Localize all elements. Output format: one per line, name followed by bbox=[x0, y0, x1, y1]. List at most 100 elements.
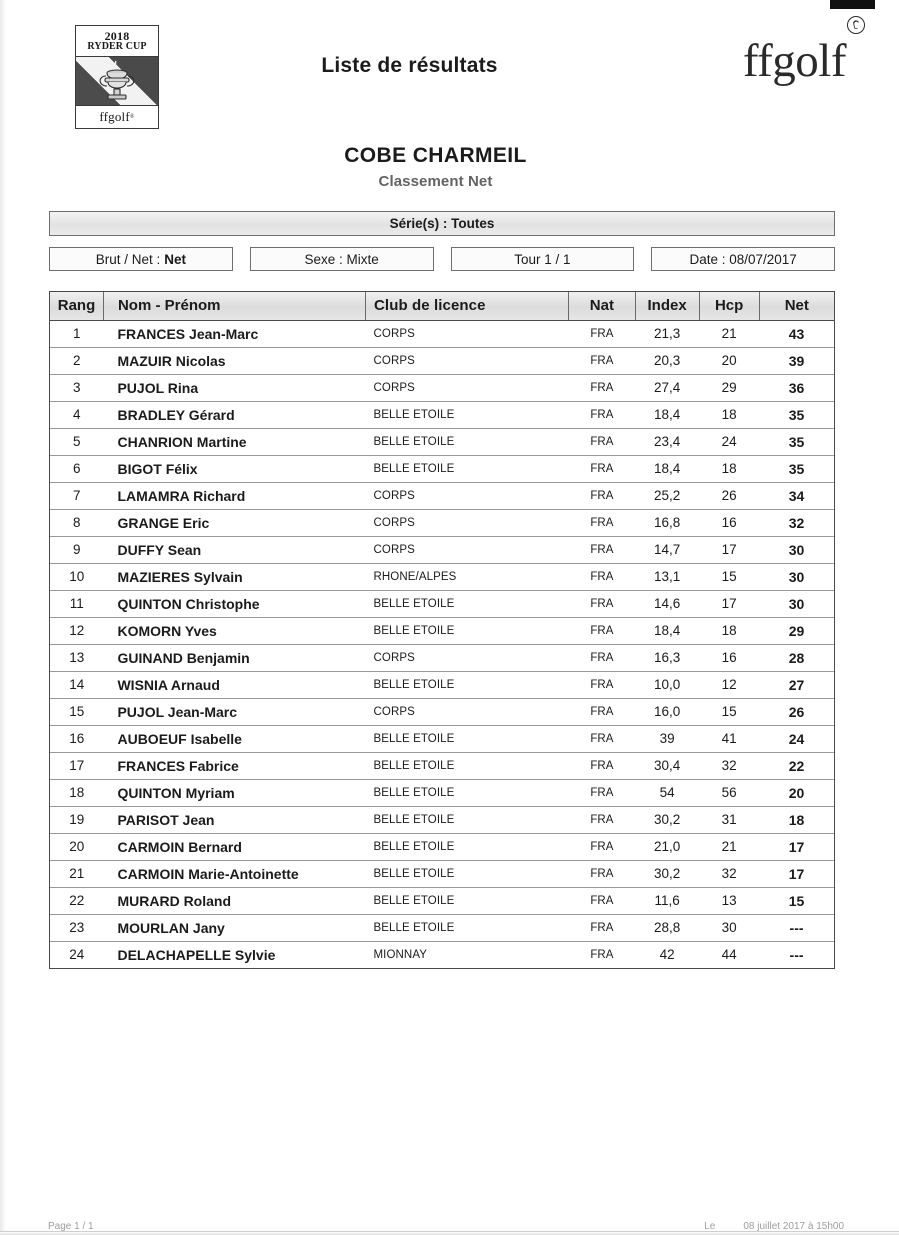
series-label: Série(s) : Toutes bbox=[389, 216, 495, 231]
cell-nat: FRA bbox=[568, 671, 636, 699]
table-row[interactable]: 14 WISNIA Arnaud BELLE ETOILE FRA 10,0 12 27 bbox=[50, 671, 834, 699]
cell-rang: 22 bbox=[50, 887, 104, 915]
column-header-net[interactable]: Net bbox=[759, 292, 834, 321]
table-row[interactable]: 12 KOMORN Yves BELLE ETOILE FRA 18,4 18 29 bbox=[50, 617, 834, 645]
table-row[interactable]: 1 FRANCES Jean-Marc CORPS FRA 21,3 21 43 bbox=[50, 320, 834, 348]
cell-club: CORPS bbox=[365, 347, 569, 375]
cell-club: RHONE/ALPES bbox=[365, 563, 569, 591]
table-row[interactable]: 15 PUJOL Jean-Marc CORPS FRA 16,0 15 26 bbox=[50, 698, 834, 726]
column-header-club[interactable]: Club de licence bbox=[365, 292, 570, 321]
table-row[interactable]: 23 MOURLAN Jany BELLE ETOILE FRA 28,8 30 --- bbox=[50, 914, 834, 942]
cell-index: 25,2 bbox=[635, 482, 700, 510]
table-row[interactable]: 16 AUBOEUF Isabelle BELLE ETOILE FRA 39 41 24 bbox=[50, 725, 834, 753]
cell-index: 11,6 bbox=[635, 887, 700, 915]
cell-nat: FRA bbox=[568, 617, 636, 645]
cell-nom: MOURLAN Jany bbox=[103, 914, 366, 942]
table-row[interactable]: 2 MAZUIR Nicolas CORPS FRA 20,3 20 39 bbox=[50, 347, 834, 375]
cell-index: 10,0 bbox=[635, 671, 700, 699]
filter-brut-net[interactable]: Brut / Net : Net bbox=[49, 247, 233, 271]
cell-net: 35 bbox=[759, 401, 834, 429]
cell-hcp: 16 bbox=[699, 644, 760, 672]
table-row[interactable]: 9 DUFFY Sean CORPS FRA 14,7 17 30 bbox=[50, 536, 834, 564]
cell-club: CORPS bbox=[365, 509, 569, 537]
table-row[interactable]: 5 CHANRION Martine BELLE ETOILE FRA 23,4 24 35 bbox=[50, 428, 834, 456]
cell-club: CORPS bbox=[365, 320, 569, 348]
cell-club: BELLE ETOILE bbox=[365, 806, 569, 834]
column-header-nat[interactable]: Nat bbox=[568, 292, 636, 321]
cell-nom: FRANCES Jean-Marc bbox=[103, 320, 366, 348]
cell-net: 17 bbox=[759, 860, 834, 888]
filter-date[interactable]: Date : 08/07/2017 bbox=[651, 247, 835, 271]
table-row[interactable]: 3 PUJOL Rina CORPS FRA 27,4 29 36 bbox=[50, 374, 834, 402]
table-row[interactable]: 4 BRADLEY Gérard BELLE ETOILE FRA 18,4 18 35 bbox=[50, 401, 834, 429]
cell-index: 39 bbox=[635, 725, 700, 753]
cell-net: 28 bbox=[759, 644, 834, 672]
cell-rang: 3 bbox=[50, 374, 104, 402]
cell-index: 21,0 bbox=[635, 833, 700, 861]
cell-nat: FRA bbox=[568, 347, 636, 375]
table-row[interactable]: 20 CARMOIN Bernard BELLE ETOILE FRA 21,0 21 17 bbox=[50, 833, 834, 861]
cell-nom: CARMOIN Marie-Antoinette bbox=[103, 860, 366, 888]
cell-nom: MAZUIR Nicolas bbox=[103, 347, 366, 375]
filter-tour-label: Tour 1 / 1 bbox=[514, 251, 571, 267]
cell-hcp: 17 bbox=[699, 536, 760, 564]
column-header-hcp[interactable]: Hcp bbox=[699, 292, 760, 321]
cell-net: 30 bbox=[759, 590, 834, 618]
results-table-body: 1 FRANCES Jean-Marc CORPS FRA 21,3 21 43 2 MAZUI… bbox=[50, 320, 834, 968]
cell-net: 36 bbox=[759, 374, 834, 402]
cell-index: 28,8 bbox=[635, 914, 700, 942]
cell-rang: 12 bbox=[50, 617, 104, 645]
page-header: 2018 RYDER CUP ffgolf ® Liste de résulta… bbox=[0, 0, 899, 130]
cell-hcp: 21 bbox=[699, 320, 760, 348]
cell-rang: 14 bbox=[50, 671, 104, 699]
table-row[interactable]: 24 DELACHAPELLE Sylvie MIONNAY FRA 42 44 --- bbox=[50, 941, 834, 968]
cell-hcp: 44 bbox=[721, 947, 737, 963]
table-row[interactable]: 6 BIGOT Félix BELLE ETOILE FRA 18,4 18 35 bbox=[50, 455, 834, 483]
table-row[interactable]: 17 FRANCES Fabrice BELLE ETOILE FRA 30,4 32 22 bbox=[50, 752, 834, 780]
cell-net: 27 bbox=[759, 671, 834, 699]
cell-nat: FRA bbox=[568, 725, 636, 753]
cell-club: BELLE ETOILE bbox=[365, 860, 569, 888]
cell-hcp: 32 bbox=[699, 860, 760, 888]
ryder-cup-name: RYDER CUP bbox=[87, 41, 147, 53]
filter-date-label: Date : 08/07/2017 bbox=[689, 251, 797, 267]
table-row[interactable]: 8 GRANGE Eric CORPS FRA 16,8 16 32 bbox=[50, 509, 834, 537]
cell-nat: FRA bbox=[568, 374, 636, 402]
cell-nom: FRANCES Fabrice bbox=[103, 752, 366, 780]
table-row[interactable]: 19 PARISOT Jean BELLE ETOILE FRA 30,2 31 18 bbox=[50, 806, 834, 834]
cell-net: 35 bbox=[759, 428, 834, 456]
filter-tour[interactable]: Tour 1 / 1 bbox=[450, 247, 635, 271]
table-row[interactable]: 11 QUINTON Christophe BELLE ETOILE FRA 14,6 1… bbox=[50, 590, 834, 618]
cell-nat: FRA bbox=[568, 536, 636, 564]
cell-hcp: 18 bbox=[699, 401, 760, 429]
column-header-rang[interactable]: Rang bbox=[50, 292, 104, 321]
cell-nat: FRA bbox=[568, 806, 636, 834]
filter-row: Brut / Net : Net Sexe : Mixte Tour 1 / 1 … bbox=[49, 247, 835, 271]
cell-nat: FRA bbox=[568, 509, 636, 537]
table-row[interactable]: 18 QUINTON Myriam BELLE ETOILE FRA 54 56 20 bbox=[50, 779, 834, 807]
filter-sexe[interactable]: Sexe : Mixte bbox=[249, 247, 434, 271]
cell-hcp: 29 bbox=[699, 374, 760, 402]
cell-rang: 18 bbox=[50, 779, 104, 807]
table-row[interactable]: 10 MAZIERES Sylvain RHONE/ALPES FRA 13,1 15 30 bbox=[50, 563, 834, 591]
cell-nat: FRA bbox=[568, 455, 636, 483]
cell-rang: 1 bbox=[50, 320, 104, 348]
cell-club: BELLE ETOILE bbox=[365, 455, 569, 483]
cell-net: --- bbox=[759, 914, 834, 942]
cell-hcp: 15 bbox=[699, 563, 760, 591]
table-row[interactable]: 22 MURARD Roland BELLE ETOILE FRA 11,6 13 15 bbox=[50, 887, 834, 915]
cell-net: 15 bbox=[759, 887, 834, 915]
table-row[interactable]: 13 GUINAND Benjamin CORPS FRA 16,3 16 28 bbox=[50, 644, 834, 672]
column-header-index[interactable]: Index bbox=[635, 292, 700, 321]
table-row[interactable]: 7 LAMAMRA Richard CORPS FRA 25,2 26 34 bbox=[50, 482, 834, 510]
cell-net: --- bbox=[789, 946, 804, 963]
cell-net: 34 bbox=[759, 482, 834, 510]
cell-net: 43 bbox=[759, 320, 834, 348]
cell-net: 17 bbox=[759, 833, 834, 861]
cell-hcp: 32 bbox=[699, 752, 760, 780]
cell-rang: 8 bbox=[50, 509, 104, 537]
cell-rang: 13 bbox=[50, 644, 104, 672]
cell-nat: FRA bbox=[568, 860, 636, 888]
column-header-nom[interactable]: Nom - Prénom bbox=[103, 292, 367, 321]
table-row[interactable]: 21 CARMOIN Marie-Antoinette BELLE ETOILE FR… bbox=[50, 860, 834, 888]
